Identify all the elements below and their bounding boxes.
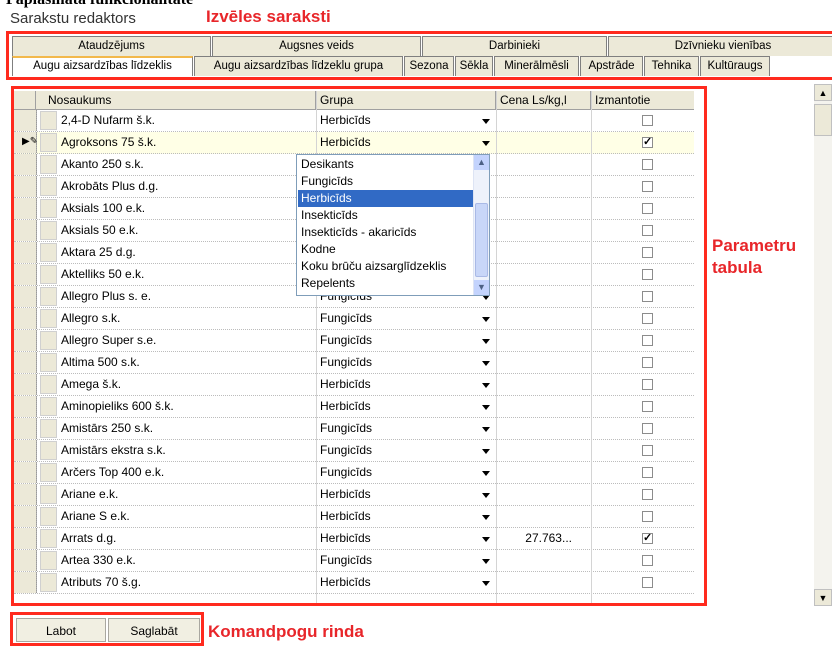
dropdown-option[interactable]: Insekticīds - akaricīds [298,224,475,241]
grid-scroll-thumb[interactable] [814,104,832,136]
scroll-up-icon[interactable]: ▲ [474,155,489,170]
scroll-down-icon[interactable]: ▼ [814,589,832,606]
scroll-up-icon[interactable]: ▲ [814,84,832,101]
tab-apstrade[interactable]: Apstrāde [580,56,643,76]
group-dropdown-list[interactable]: Desikants Fungicīds Herbicīds Insekticīds In… [296,154,490,296]
tab-tehnika[interactable]: Tehnika [644,56,699,76]
tab-sekla[interactable]: Sēkla [455,56,493,76]
dropdown-option[interactable]: Koku brūču aizsarglīdzeklis [298,258,475,275]
tab-dzivnieku-vienibas[interactable]: Dzīvnieku vienības [608,36,832,56]
dropdown-option[interactable]: Herbicīds [298,190,475,207]
grid-vertical-scrollbar[interactable]: ▲ ▼ [814,84,832,606]
annotation-params-2: tabula [712,258,763,277]
tab-kulturaugs[interactable]: Kultūraugs [700,56,770,76]
tab-augsnes-veids[interactable]: Augsnes veids [212,36,421,56]
dropdown-option[interactable]: Desikants [298,156,475,173]
tab-row-top: Ataudzējums Augsnes veids Darbinieki Dzī… [12,36,832,56]
dropdown-option[interactable]: Kodne [298,241,475,258]
annotation-commands: Komandpogu rinda [208,622,364,641]
save-button[interactable]: Saglabāt [108,618,200,642]
edit-button[interactable]: Labot [16,618,106,642]
dropdown-option[interactable]: Repelents [298,275,475,292]
dropdown-scrollbar[interactable]: ▲ ▼ [473,155,489,295]
tab-row-bottom: Augu aizsardzības līdzeklis Augu aizsard… [12,56,771,76]
tab-mineralmesli[interactable]: Minerālmēsli [494,56,579,76]
scroll-down-icon[interactable]: ▼ [474,280,489,295]
app-title: Sarakstu redaktors [10,10,136,27]
dropdown-option[interactable]: Fungicīds [298,173,475,190]
cropped-page-heading: Paplasinātā funkcionalitāte [6,0,193,9]
tab-augu-aizsardzibas-lidzeklu-grupa[interactable]: Augu aizsardzības līdzeklu grupa [194,56,403,76]
dropdown-option[interactable]: Insekticīds [298,207,475,224]
tab-darbinieki[interactable]: Darbinieki [422,36,607,56]
dropdown-scroll-thumb[interactable] [475,203,488,277]
tab-sezona[interactable]: Sezona [404,56,454,76]
annotation-lists: Izvēles saraksti [206,7,331,26]
tab-ataudzejums[interactable]: Ataudzējums [12,36,211,56]
tab-augu-aizsardzibas-lidzeklis[interactable]: Augu aizsardzības līdzeklis [12,56,193,76]
annotation-params-1: Parametru [712,236,797,255]
